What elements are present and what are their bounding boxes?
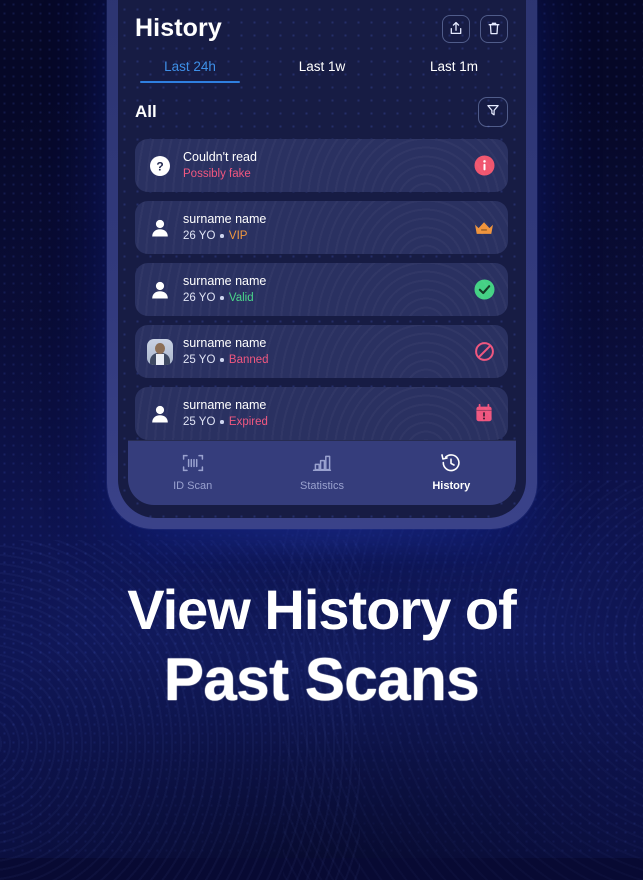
- separator-dot: [220, 296, 224, 300]
- row-age: 26 YO: [183, 229, 216, 242]
- row-status: Possibly fake: [183, 167, 251, 180]
- row-status: Banned: [228, 353, 269, 366]
- tab-id-scan[interactable]: ID Scan: [128, 453, 257, 492]
- tab-last-1m[interactable]: Last 1m: [388, 59, 520, 83]
- row-subtitle: 26 YO Valid: [183, 291, 473, 305]
- phone-screen: History Last 24h Last 1w Last 1m All ? C…: [118, 0, 526, 518]
- separator-dot: [220, 420, 224, 424]
- table-row[interactable]: surname name 25 YO Expired: [135, 387, 508, 440]
- tab-history[interactable]: History: [387, 453, 516, 492]
- tab-label: History: [432, 480, 471, 492]
- row-subtitle: 25 YO Expired: [183, 415, 473, 429]
- calendar-alert-badge: [473, 403, 495, 425]
- filter-icon: [486, 103, 500, 122]
- headline-line-2: Past Scans: [163, 646, 480, 714]
- page-title: History: [135, 14, 222, 42]
- separator-dot: [220, 358, 224, 362]
- row-name: Couldn't read: [183, 150, 257, 164]
- person-icon: [147, 215, 173, 241]
- table-row[interactable]: surname name 26 YO Valid: [135, 263, 508, 316]
- row-status: Valid: [228, 291, 254, 304]
- person-icon: [147, 401, 173, 427]
- row-name: surname name: [183, 274, 267, 288]
- headline-line-1: View History of: [127, 578, 517, 641]
- row-status: Expired: [228, 415, 268, 428]
- ban-badge: [473, 341, 495, 363]
- barcode-scan-icon: [182, 453, 204, 473]
- filter-row: All: [118, 83, 526, 127]
- row-name: surname name: [183, 336, 267, 350]
- crown-badge: [473, 217, 495, 239]
- row-subtitle: Possibly fake: [183, 167, 473, 181]
- phone-mockup: History Last 24h Last 1w Last 1m All ? C…: [107, 0, 537, 529]
- filter-button[interactable]: [478, 97, 508, 127]
- trash-icon: [487, 21, 501, 36]
- tab-label: Statistics: [299, 480, 344, 492]
- info-badge: [473, 155, 495, 177]
- row-name: surname name: [183, 212, 267, 226]
- filter-label: All: [135, 102, 157, 121]
- row-name: surname name: [183, 398, 267, 412]
- svg-text:?: ?: [156, 159, 163, 173]
- clock-history-icon: [440, 453, 462, 473]
- row-age: 26 YO: [183, 291, 216, 304]
- check-badge: [473, 279, 495, 301]
- history-list: ? Couldn't read Possibly fake surname na…: [118, 127, 526, 440]
- screen-header: History: [118, 0, 526, 43]
- row-age: 25 YO: [183, 353, 216, 366]
- tab-last-24h[interactable]: Last 24h: [124, 59, 256, 83]
- question-icon: ?: [147, 153, 173, 179]
- row-subtitle: 25 YO Banned: [183, 353, 473, 367]
- row-age: 25 YO: [183, 415, 216, 428]
- share-button[interactable]: [442, 14, 470, 43]
- separator-dot: [220, 234, 224, 238]
- header-actions: [442, 14, 508, 43]
- tab-statistics[interactable]: Statistics: [257, 453, 386, 492]
- table-row[interactable]: surname name 26 YO VIP: [135, 201, 508, 254]
- avatar-photo: [147, 338, 173, 365]
- avatar: [147, 338, 173, 365]
- marketing-headline: View History of Past Scans: [0, 578, 643, 714]
- row-subtitle: 26 YO VIP: [183, 229, 473, 243]
- time-range-tabs: Last 24h Last 1w Last 1m: [118, 59, 526, 83]
- person-icon: [147, 277, 173, 303]
- bar-chart-icon: [311, 453, 333, 473]
- table-row[interactable]: surname name 25 YO Banned: [135, 325, 508, 378]
- delete-button[interactable]: [480, 14, 508, 43]
- tab-last-1w[interactable]: Last 1w: [256, 59, 388, 83]
- table-row[interactable]: ? Couldn't read Possibly fake: [135, 139, 508, 192]
- bottom-navigation: ID Scan Statistics History: [118, 440, 526, 518]
- tab-label: ID Scan: [173, 480, 213, 492]
- share-icon: [449, 21, 463, 36]
- row-status: VIP: [228, 229, 248, 242]
